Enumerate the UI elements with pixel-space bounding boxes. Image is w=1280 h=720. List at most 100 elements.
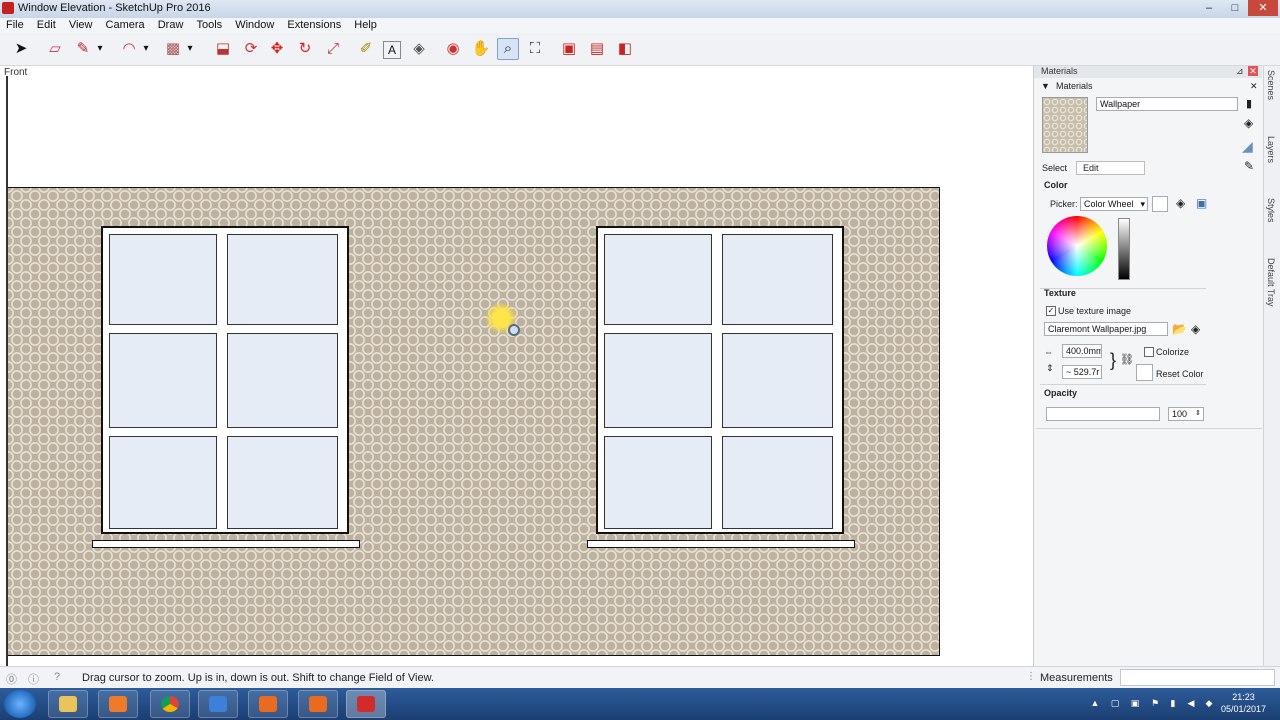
texture-height-field[interactable]: ~ 529.7r — [1062, 365, 1102, 379]
start-button[interactable] — [4, 690, 36, 718]
scale-icon[interactable]: ⤢ — [322, 38, 344, 60]
colorize-checkbox[interactable] — [1144, 347, 1154, 357]
taskbar-app[interactable] — [198, 690, 238, 718]
taskbar-app[interactable] — [298, 690, 338, 718]
tray-icon[interactable]: ◆ — [1204, 698, 1214, 708]
taskbar-app[interactable] — [248, 690, 288, 718]
menu-edit[interactable]: Edit — [37, 18, 56, 33]
volume-icon[interactable]: ◀ — [1186, 698, 1196, 708]
geo-location-icon[interactable]: ⓪ — [6, 671, 17, 687]
use-texture-checkbox[interactable]: ✓ — [1046, 306, 1056, 316]
height-arrow-icon: ⇕ — [1046, 363, 1054, 373]
system-clock[interactable]: 21:23 05/01/2017 — [1221, 691, 1266, 715]
window-left[interactable] — [101, 226, 349, 534]
chevron-down-icon[interactable]: ▾ — [184, 38, 196, 60]
chevron-down-icon[interactable]: ▾ — [140, 38, 152, 60]
pin-icon[interactable]: ⊿ — [1236, 66, 1244, 77]
opacity-value-field[interactable]: 100 ⇕ — [1168, 407, 1204, 421]
reset-color-swatch[interactable] — [1136, 364, 1153, 381]
picker-select[interactable]: Color Wheel ▾ — [1080, 197, 1148, 211]
credits-icon[interactable]: ⓘ — [28, 671, 39, 687]
close-button[interactable]: ✕ — [1248, 0, 1278, 16]
menu-help[interactable]: Help — [354, 18, 377, 33]
tape-measure-icon[interactable]: ✐ — [355, 38, 377, 60]
show-hidden-icons-icon[interactable]: ▲ — [1090, 698, 1100, 708]
collapse-icon[interactable]: ▼ — [1041, 81, 1050, 91]
window-right[interactable] — [596, 226, 844, 534]
drawing-canvas[interactable]: Front — [0, 66, 1033, 666]
spinner-icon[interactable]: ⇕ — [1195, 408, 1201, 420]
tab-select[interactable]: Select — [1042, 163, 1067, 173]
reset-color-label[interactable]: Reset Color — [1156, 369, 1204, 379]
layout-icon[interactable]: ◧ — [614, 38, 636, 60]
help-icon[interactable]: ? — [54, 671, 60, 683]
tray-icon[interactable]: ▣ — [1130, 698, 1140, 708]
taskbar-media-player[interactable] — [98, 690, 138, 718]
select-tool-icon[interactable]: ➤ — [10, 38, 32, 60]
glass-pane — [109, 436, 217, 529]
menu-view[interactable]: View — [69, 18, 93, 33]
measurements-field[interactable] — [1120, 669, 1275, 686]
menu-window[interactable]: Window — [235, 18, 274, 33]
menu-file[interactable]: File — [6, 18, 24, 33]
browse-folder-icon[interactable]: 📂 — [1172, 322, 1187, 336]
eyedropper-icon[interactable]: ✎ — [1244, 159, 1254, 173]
tab-edit[interactable]: Edit — [1076, 161, 1145, 175]
rectangle-icon[interactable]: ▩ — [162, 38, 184, 60]
match-color-model-icon[interactable]: ◈ — [1176, 196, 1185, 210]
menu-draw[interactable]: Draw — [158, 18, 184, 33]
window-title: Window Elevation - SketchUp Pro 2016 — [18, 2, 211, 14]
menu-camera[interactable]: Camera — [106, 18, 145, 33]
wall-right-edge — [939, 187, 940, 656]
sample-paint-icon[interactable]: ◢ — [1242, 138, 1253, 155]
text-icon[interactable]: A — [383, 41, 401, 59]
match-color-screen-icon[interactable]: ▣ — [1196, 196, 1207, 210]
create-material-icon[interactable]: ◈ — [1244, 116, 1253, 130]
rotate-icon[interactable]: ↻ — [294, 38, 316, 60]
panel-close-icon[interactable]: ✕ — [1250, 81, 1258, 92]
tab-default-tray[interactable]: Default Tray — [1266, 258, 1276, 307]
flag-icon[interactable]: ⚑ — [1150, 698, 1160, 708]
tab-styles[interactable]: Styles — [1266, 198, 1276, 223]
zoom-cursor-icon — [508, 324, 520, 336]
minimize-button[interactable]: – — [1196, 0, 1222, 16]
zoom-extents-icon[interactable]: ⛶ — [524, 38, 546, 60]
tab-scenes[interactable]: Scenes — [1266, 70, 1276, 100]
chevron-down-icon: ▾ — [1140, 199, 1145, 209]
arc-icon[interactable]: ◠ — [118, 38, 140, 60]
push-pull-icon[interactable]: ⬓ — [212, 38, 234, 60]
network-icon[interactable]: ▮ — [1168, 698, 1178, 708]
offset-icon[interactable]: ⟳ — [240, 38, 262, 60]
extension-warehouse-icon[interactable]: ▤ — [586, 38, 608, 60]
chevron-down-icon[interactable]: ▾ — [94, 38, 106, 60]
tray-icon[interactable]: ▢ — [1110, 698, 1120, 708]
edit-texture-icon[interactable]: ◈ — [1191, 322, 1200, 336]
orbit-icon[interactable]: ◉ — [442, 38, 464, 60]
hand-icon[interactable]: ✋ — [470, 38, 492, 60]
color-wheel[interactable] — [1047, 216, 1107, 276]
chain-link-icon[interactable]: ⛓ — [1120, 353, 1134, 366]
pencil-icon[interactable]: ✎ — [72, 38, 94, 60]
tray-close-icon[interactable]: ✕ — [1248, 66, 1258, 76]
eraser-tool-icon[interactable]: ▱ — [44, 38, 66, 60]
maximize-button[interactable]: □ — [1222, 0, 1248, 16]
menu-tools[interactable]: Tools — [196, 18, 222, 33]
move-icon[interactable]: ✥ — [266, 38, 288, 60]
wall-elevation[interactable] — [8, 187, 940, 656]
magnifier-icon[interactable]: ⌕ — [497, 38, 519, 60]
opacity-slider[interactable] — [1046, 407, 1160, 421]
texture-file-field[interactable]: Claremont Wallpaper.jpg — [1044, 322, 1168, 336]
paint-bucket-icon[interactable]: ◈ — [408, 38, 430, 60]
taskbar-chrome[interactable] — [150, 690, 190, 718]
brightness-slider[interactable] — [1118, 218, 1130, 280]
color-preview[interactable] — [1152, 196, 1168, 212]
material-name-field[interactable]: Wallpaper — [1096, 97, 1238, 111]
texture-width-field[interactable]: 400.0mm — [1062, 344, 1102, 358]
taskbar-sketchup[interactable] — [346, 690, 386, 718]
display-secondary-icon[interactable]: ▮ — [1246, 97, 1252, 110]
taskbar-explorer[interactable] — [48, 690, 88, 718]
warehouse-icon[interactable]: ▣ — [558, 38, 580, 60]
tab-layers[interactable]: Layers — [1266, 136, 1276, 163]
menu-extensions[interactable]: Extensions — [287, 18, 341, 33]
materials-tray: Materials ⊿ ✕ ▼ Materials ✕ Wallpaper ▮ … — [1033, 66, 1264, 666]
